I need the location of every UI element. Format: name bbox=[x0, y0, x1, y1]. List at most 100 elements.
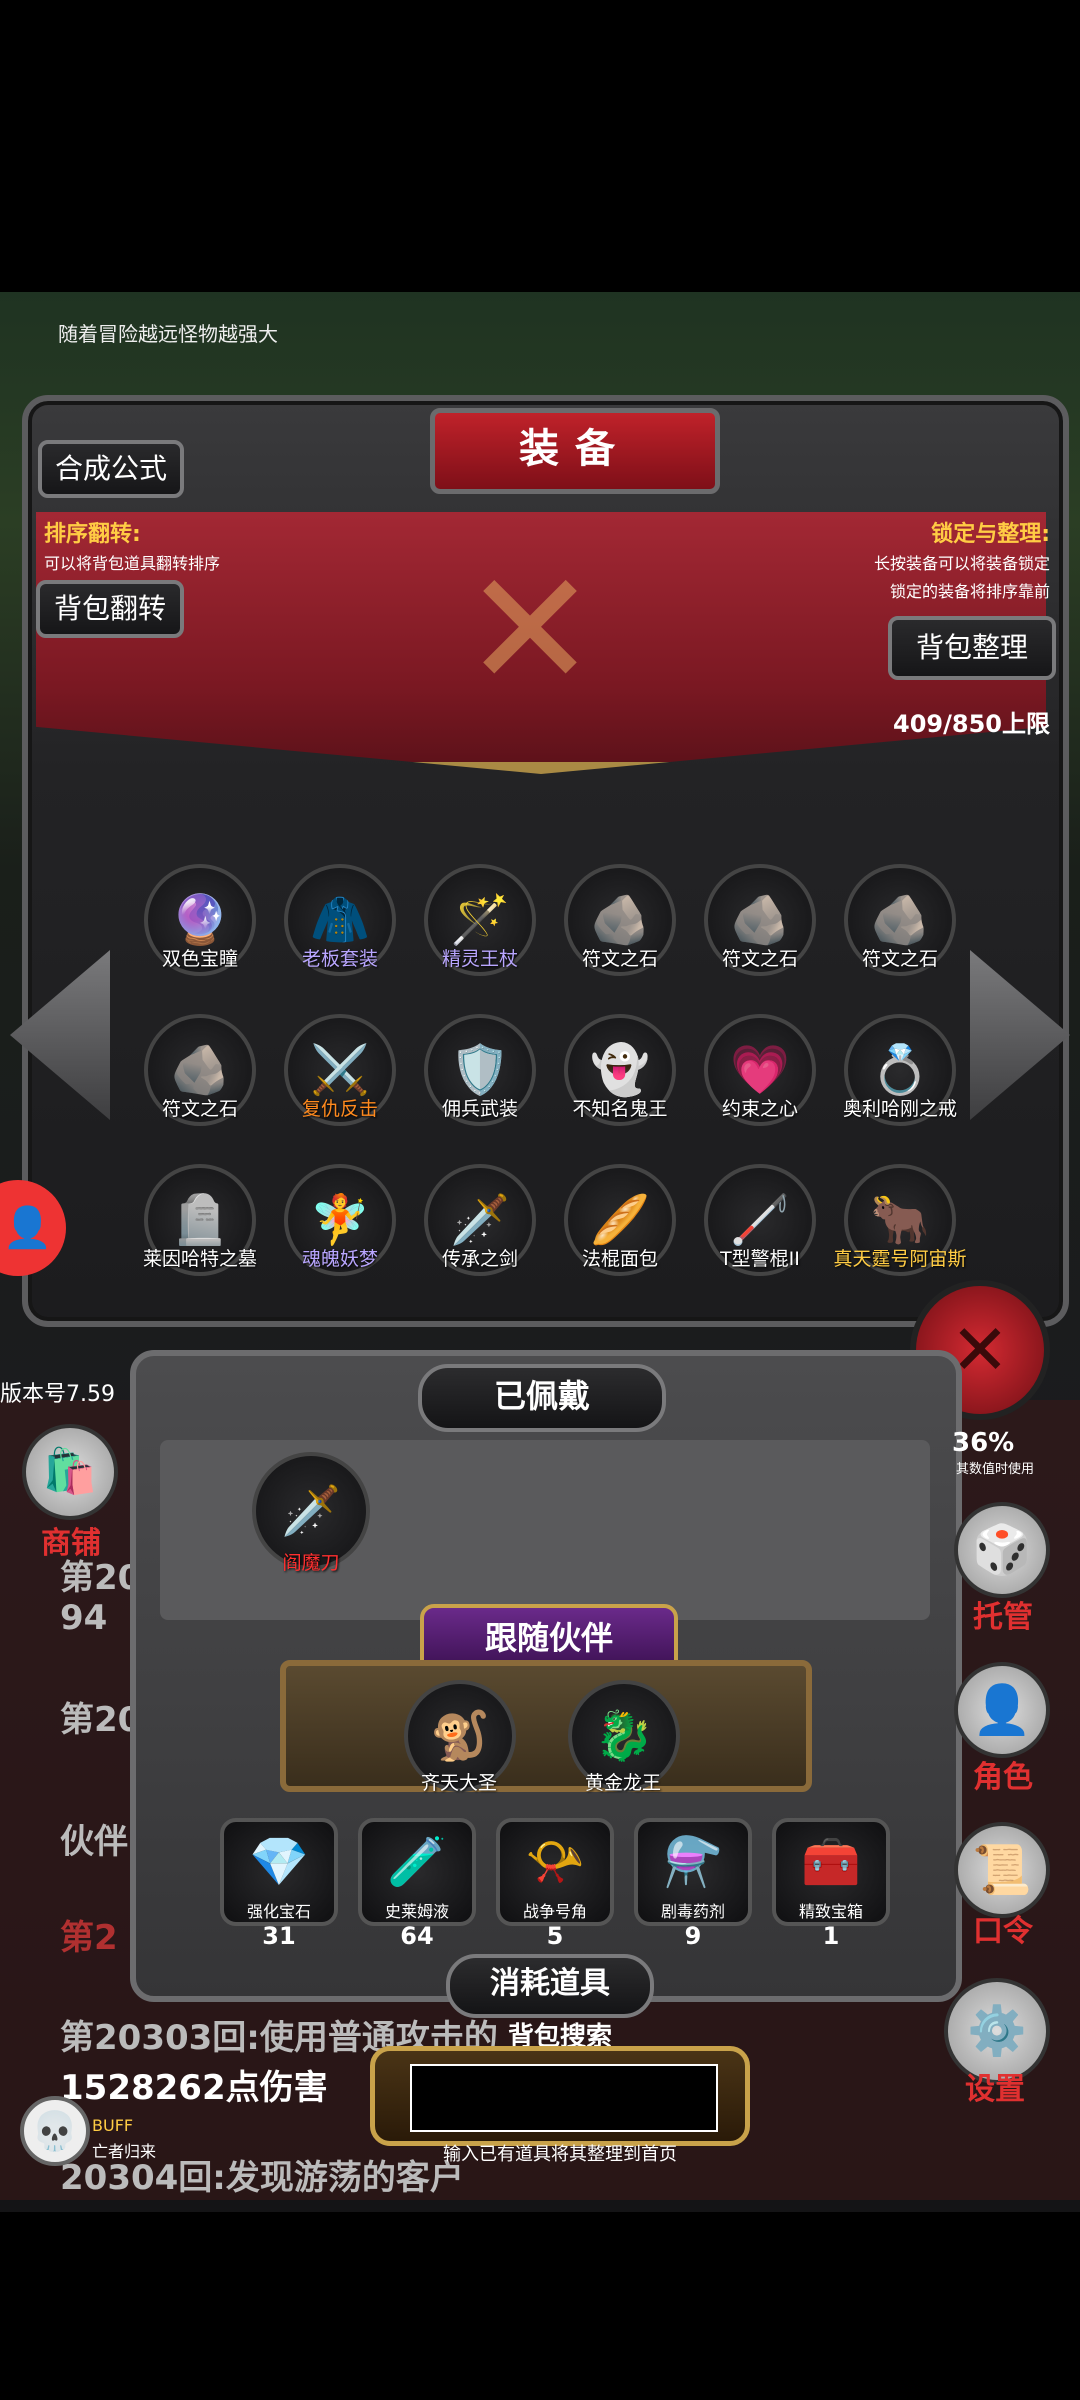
inventory-item-label: 约束之心 bbox=[721, 1098, 798, 1120]
crossed-swords-emblem: ✕ bbox=[462, 536, 598, 723]
shop-icon: 🛍️ bbox=[42, 1446, 98, 1497]
consumable-count: 31 bbox=[262, 1922, 296, 1950]
scroll-icon: 📜 bbox=[972, 1842, 1032, 1898]
consumable-icon: 🧰 bbox=[801, 1834, 861, 1890]
log-line: 94 bbox=[60, 1598, 108, 1638]
baton-icon: 🦯 bbox=[730, 1192, 790, 1248]
consumable-label: 史莱姆液 bbox=[384, 1902, 449, 1921]
consumable-icon: ⚗️ bbox=[663, 1834, 723, 1890]
equipped-title: 已佩戴 bbox=[418, 1364, 666, 1432]
sort-button[interactable]: 背包整理 bbox=[888, 616, 1056, 680]
inventory-item-label: 精灵王杖 bbox=[441, 948, 518, 970]
lock-title: 锁定与整理: bbox=[931, 522, 1050, 547]
right-top-value: 36% bbox=[952, 1428, 1015, 1458]
inventory-item-label: 法棍面包 bbox=[581, 1248, 658, 1270]
lock-desc-2: 锁定的装备将排序靠前 bbox=[889, 582, 1050, 601]
consumable-label: 强化宝石 bbox=[246, 1902, 311, 1921]
golden-dragon-icon: 🐉 bbox=[594, 1708, 654, 1764]
hooded-figure-icon: 👤 bbox=[972, 1682, 1032, 1738]
search-input[interactable] bbox=[410, 2064, 718, 2132]
inventory-item-label: 符文之石 bbox=[161, 1098, 238, 1120]
companion-label: 黄金龙王 bbox=[584, 1772, 661, 1794]
inventory-item-label: 魂魄妖梦 bbox=[301, 1248, 378, 1270]
dice-icon: 🎲 bbox=[972, 1522, 1032, 1578]
rune-stone-icon: 🪨 bbox=[870, 892, 930, 948]
inventory-item-label: 双色宝瞳 bbox=[161, 948, 238, 970]
consumable-icon: 🧪 bbox=[387, 1834, 447, 1890]
ring-icon: 💍 bbox=[870, 1042, 930, 1098]
inventory-item-label: T型警棍II bbox=[720, 1248, 800, 1270]
skull-icon: 💀 bbox=[31, 2109, 79, 2153]
log-line: 1528262点伤害 bbox=[60, 2068, 328, 2108]
inventory-item-label: 莱因哈特之墓 bbox=[142, 1248, 257, 1270]
formula-button[interactable]: 合成公式 bbox=[38, 440, 184, 498]
buff-icon[interactable]: 💀 bbox=[20, 2096, 90, 2166]
search-hint: 输入已有道具将其整理到首页 bbox=[443, 2144, 677, 2165]
inventory-item-label: 符文之石 bbox=[861, 948, 938, 970]
gear-icon: ⚙️ bbox=[967, 2003, 1027, 2059]
right-top-desc: 其数值时使用 bbox=[956, 1462, 1035, 1477]
consumables-title: 消耗道具 bbox=[446, 1954, 654, 2018]
hosting-button[interactable]: 🎲 bbox=[954, 1502, 1050, 1598]
inventory-item-label: 老板套装 bbox=[301, 948, 378, 970]
inventory-item-label: 符文之石 bbox=[581, 948, 658, 970]
code-button[interactable]: 📜 bbox=[954, 1822, 1050, 1918]
shop-button[interactable]: 🛍️ bbox=[22, 1424, 118, 1520]
consumable-count: 9 bbox=[684, 1922, 702, 1950]
inventory-item-label: 真天霆号阿宙斯 bbox=[833, 1248, 967, 1270]
rune-stone-icon: 🪨 bbox=[170, 1042, 230, 1098]
settings-label: 设置 bbox=[965, 2072, 1025, 2107]
shop-label: 商铺 bbox=[41, 1526, 101, 1561]
boss-suit-icon: 🧥 bbox=[310, 892, 370, 948]
tomb-icon: 🪦 bbox=[170, 1192, 230, 1248]
armor-icon: 🛡️ bbox=[450, 1042, 510, 1098]
heart-gem-icon: 💗 bbox=[730, 1042, 790, 1098]
inventory-item-label: 符文之石 bbox=[721, 948, 798, 970]
role-label: 角色 bbox=[973, 1760, 1033, 1795]
hosting-label: 托管 bbox=[973, 1600, 1033, 1635]
equipped-item-label: 阎魔刀 bbox=[282, 1552, 340, 1574]
rune-stone-icon: 🪨 bbox=[590, 892, 650, 948]
youmu-icon: 🧚 bbox=[310, 1192, 370, 1248]
consumable-label: 战争号角 bbox=[522, 1902, 587, 1921]
consumable-icon: 💎 bbox=[249, 1834, 309, 1890]
capacity-text: 409/850上限 bbox=[893, 710, 1050, 738]
consumable-count: 5 bbox=[546, 1922, 564, 1950]
companion-label: 齐天大圣 bbox=[420, 1772, 497, 1794]
bread-icon: 🥖 bbox=[590, 1192, 650, 1248]
inventory-item-label: 佣兵武装 bbox=[441, 1098, 518, 1120]
flip-title: 排序翻转: bbox=[44, 522, 141, 547]
log-line: 第2 bbox=[60, 1918, 118, 1958]
log-line: 伙伴 bbox=[60, 1822, 128, 1862]
blade-icon: 🗡️ bbox=[281, 1483, 341, 1539]
version-text: 版本号7.59 bbox=[0, 1382, 115, 1407]
zeus-icon: 🐂 bbox=[870, 1192, 930, 1248]
sword-icon: 🗡️ bbox=[450, 1192, 510, 1248]
ghost-king-icon: 👻 bbox=[590, 1042, 650, 1098]
consumable-count: 1 bbox=[822, 1922, 840, 1950]
rune-stone-icon: 🪨 bbox=[730, 892, 790, 948]
equipment-title: 装备 bbox=[430, 408, 720, 494]
monkey-king-icon: 🐒 bbox=[430, 1708, 490, 1764]
inventory-item-label: 不知名鬼王 bbox=[572, 1098, 668, 1120]
lock-desc-1: 长按装备可以将装备锁定 bbox=[873, 554, 1050, 573]
staff-icon: 🪄 bbox=[450, 892, 510, 948]
consumable-label: 精致宝箱 bbox=[798, 1902, 863, 1921]
role-button[interactable]: 👤 bbox=[954, 1662, 1050, 1758]
consumable-label: 剧毒药剂 bbox=[660, 1902, 725, 1921]
code-label: 口令 bbox=[973, 1914, 1033, 1949]
companions-area bbox=[280, 1660, 812, 1792]
amulet-icon: 🔮 bbox=[170, 892, 230, 948]
person-icon: 👤 bbox=[2, 1205, 53, 1251]
inventory-item-label: 复仇反击 bbox=[301, 1098, 378, 1120]
inventory-item-label: 奥利哈刚之戒 bbox=[842, 1098, 957, 1120]
buff-label: BUFF bbox=[92, 2116, 134, 2135]
consumable-count: 64 bbox=[400, 1922, 434, 1950]
consumable-icon: 📯 bbox=[525, 1834, 585, 1890]
revenge-icon: ⚔️ bbox=[310, 1042, 370, 1098]
hint-text: 随着冒险越远怪物越强大 bbox=[58, 322, 278, 346]
flip-button[interactable]: 背包翻转 bbox=[36, 580, 184, 638]
buff-desc: 亡者归来 bbox=[92, 2142, 157, 2161]
inventory-item-label: 传承之剑 bbox=[441, 1248, 518, 1270]
flip-desc: 可以将背包道具翻转排序 bbox=[44, 554, 221, 573]
